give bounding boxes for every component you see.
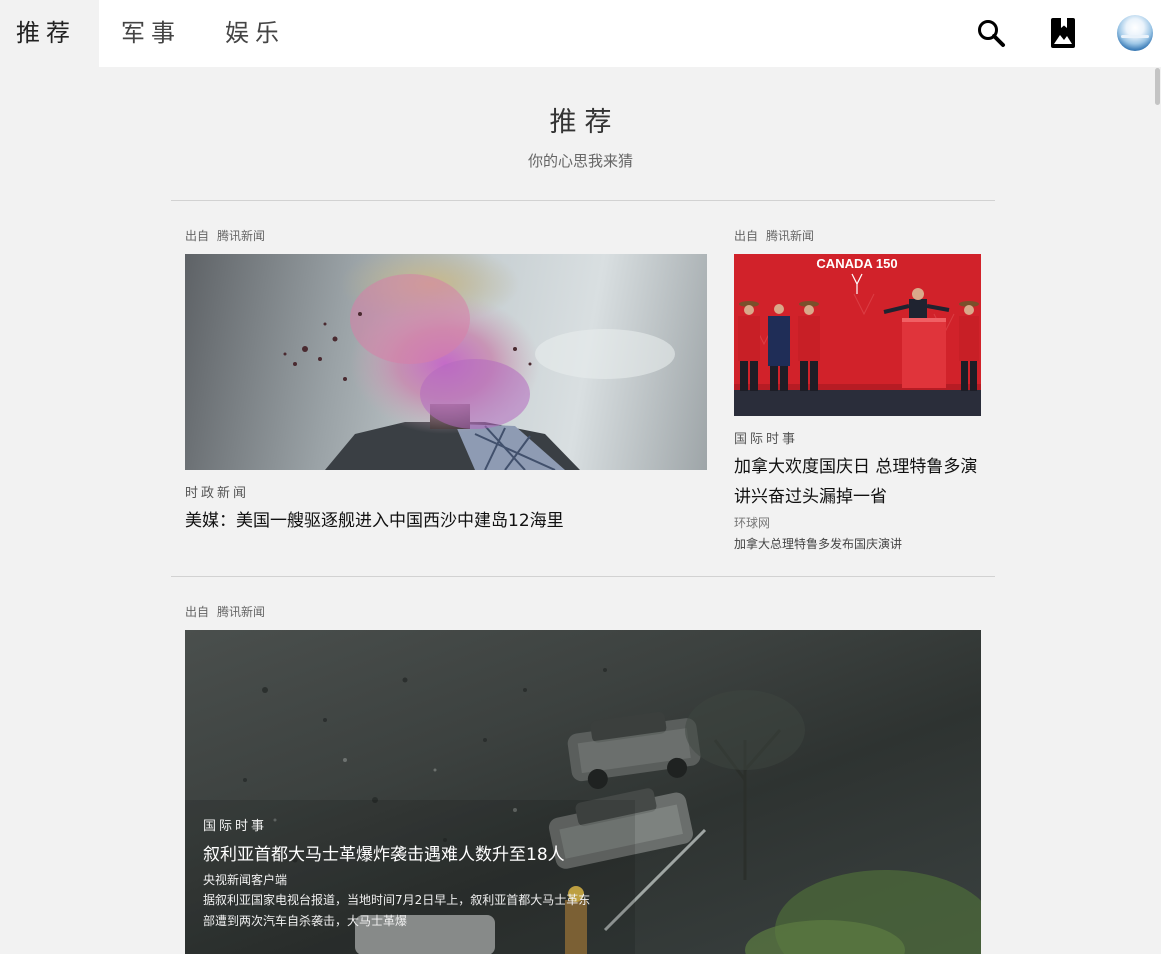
article-category[interactable]: 国际时事 xyxy=(203,815,267,834)
canada-150-text: CANADA 150 xyxy=(816,256,897,271)
section-subtitle: 你的心思我来猜 xyxy=(527,152,633,170)
source-label: 出自 xyxy=(734,229,759,243)
bookmark-button[interactable] xyxy=(1043,13,1083,53)
article-source: 出自 腾讯新闻 xyxy=(734,227,814,244)
source-label: 出自 xyxy=(185,229,210,243)
article-source: 出自 腾讯新闻 xyxy=(185,227,265,244)
article-image-explosion[interactable] xyxy=(185,254,707,470)
article-outlet: 央视新闻客户端 xyxy=(203,873,288,887)
article-outlet: 环球网 xyxy=(734,516,771,530)
article-summary: 加拿大总理特鲁多发布国庆演讲 xyxy=(734,537,903,551)
section-title: 推荐 xyxy=(549,107,620,138)
search-icon xyxy=(978,20,1005,47)
source-name[interactable]: 腾讯新闻 xyxy=(217,605,265,619)
article-summary: 据叙利亚国家电视台报道，当地时间7月2日早上，叙利亚首都大马士革东 部遭到两次汽… xyxy=(203,890,603,932)
article-summary-line1: 据叙利亚国家电视台报道，当地时间7月2日早上，叙利亚首都大马士革东 xyxy=(203,893,591,907)
article-category[interactable]: 国际时事 xyxy=(734,428,798,447)
article-headline[interactable]: 美媒：美国一艘驱逐舰进入中国西沙中建岛12海里 xyxy=(185,506,564,536)
search-button[interactable] xyxy=(971,13,1011,53)
top-nav-bar: 推荐 军事 娱乐 xyxy=(0,0,1161,67)
section-divider xyxy=(171,200,995,201)
tab-recommend[interactable]: 推荐 xyxy=(0,0,99,67)
article-category[interactable]: 时政新闻 xyxy=(185,482,249,501)
source-label: 出自 xyxy=(185,605,210,619)
article-source: 出自 腾讯新闻 xyxy=(185,603,265,620)
article-summary-line2: 部遭到两次汽车自杀袭击，大马士革爆 xyxy=(203,914,408,928)
avatar[interactable] xyxy=(1117,15,1153,51)
source-name[interactable]: 腾讯新闻 xyxy=(217,229,265,243)
tab-entertainment[interactable]: 娱乐 xyxy=(225,0,285,67)
explosion-illustration xyxy=(283,254,675,470)
article-headline-line2[interactable]: 讲兴奋过头漏掉一省 xyxy=(734,482,887,512)
canada-stage-illustration: CANADA 150 xyxy=(734,254,981,416)
article-image-canada[interactable]: CANADA 150 xyxy=(734,254,981,416)
article-headline[interactable]: 加拿大欢度国庆日 总理特鲁多演 xyxy=(734,452,977,482)
article-headline[interactable]: 叙利亚首都大马士革爆炸袭击遇难人数升至18人 xyxy=(203,840,565,870)
bookmark-icon xyxy=(1051,18,1075,48)
tab-military[interactable]: 军事 xyxy=(121,0,181,67)
scrollbar-track[interactable] xyxy=(1153,67,1161,954)
article-divider xyxy=(171,576,995,577)
source-name[interactable]: 腾讯新闻 xyxy=(766,229,814,243)
